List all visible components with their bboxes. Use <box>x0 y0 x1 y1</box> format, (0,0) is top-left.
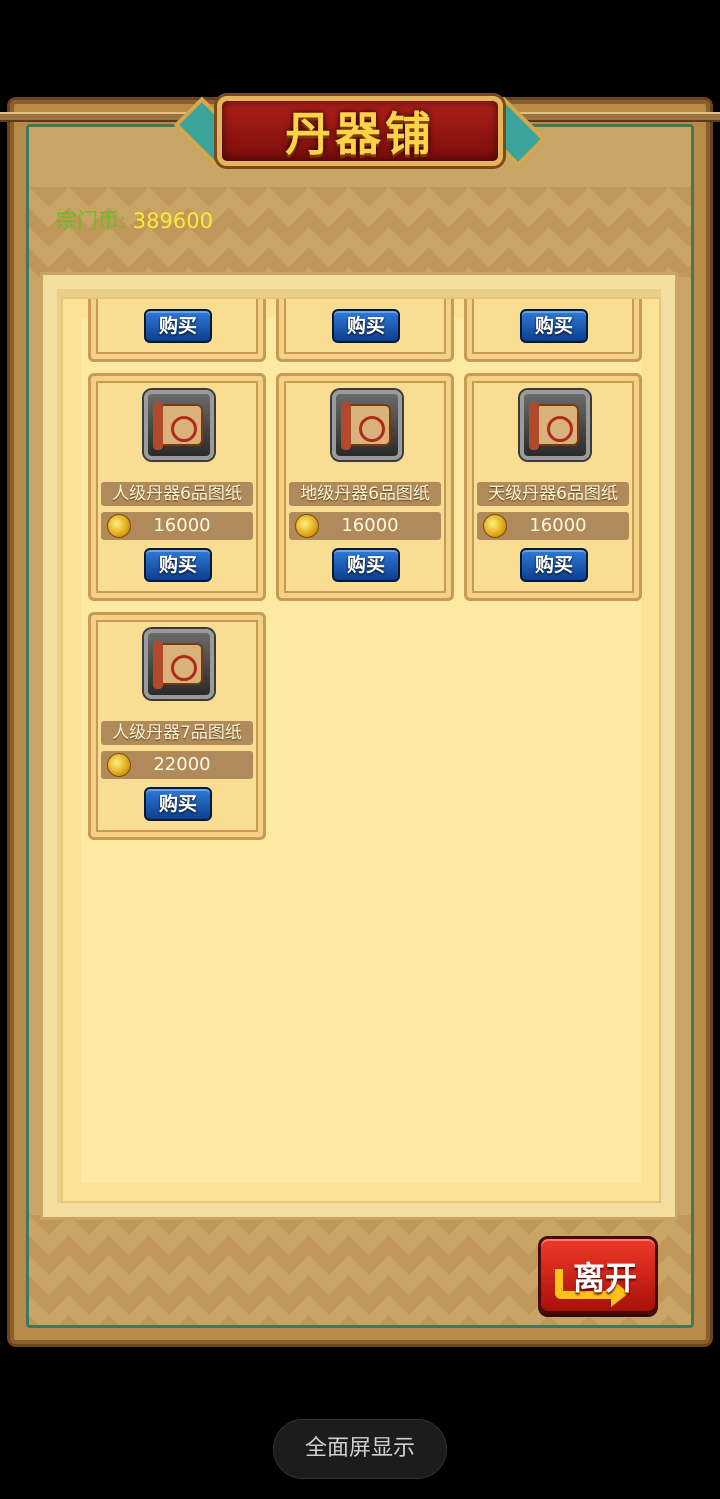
item-icon-slot <box>144 390 214 460</box>
item-price: 16000 <box>153 515 211 536</box>
buy-button[interactable]: 购买 <box>144 309 212 343</box>
buy-button[interactable]: 购买 <box>144 548 212 582</box>
item-price: 16000 <box>529 515 587 536</box>
item-name: 人级丹器6品图纸 <box>101 482 253 506</box>
shop-title: 丹器铺 <box>285 107 435 161</box>
scroll-icon <box>529 402 579 450</box>
item-card: 购买 <box>88 299 266 362</box>
item-card: 购买 <box>276 299 454 362</box>
sect-currency: 宗门币: 389600 <box>56 205 213 235</box>
scroll-icon <box>153 641 203 689</box>
currency-value: 389600 <box>132 209 213 233</box>
buy-button[interactable]: 购买 <box>520 548 588 582</box>
item-icon-slot <box>332 390 402 460</box>
item-list-scroll-area[interactable]: 购买 购买 购买 人级丹器6品图纸 16000 购买 地级丹器6品图纸 1600… <box>61 297 661 1203</box>
buy-button[interactable]: 购买 <box>332 548 400 582</box>
price-bar: 16000 <box>101 512 253 540</box>
leave-label: 离开 <box>573 1259 638 1297</box>
item-panel: 购买 购买 购买 人级丹器6品图纸 16000 购买 地级丹器6品图纸 1600… <box>40 272 678 1220</box>
item-name: 天级丹器6品图纸 <box>477 482 629 506</box>
game-screen: 丹器铺 宗门币: 389600 购买 购买 购买 人级丹器6品图纸 16000 … <box>0 0 720 1499</box>
fullscreen-display-button[interactable]: 全面屏显示 <box>273 1419 447 1479</box>
item-card: 人级丹器7品图纸 22000 购买 <box>88 612 266 840</box>
item-card: 天级丹器6品图纸 16000 购买 <box>464 373 642 601</box>
item-card: 购买 <box>464 299 642 362</box>
item-price: 22000 <box>153 754 211 775</box>
price-bar: 22000 <box>101 751 253 779</box>
leave-button[interactable]: 离开 <box>538 1236 658 1314</box>
title-plate: 丹器铺 <box>165 88 555 174</box>
title-banner: 丹器铺 <box>217 96 503 166</box>
item-name: 人级丹器7品图纸 <box>101 721 253 745</box>
item-icon-slot <box>144 629 214 699</box>
buy-button[interactable]: 购买 <box>144 787 212 821</box>
item-price: 16000 <box>341 515 399 536</box>
scroll-icon <box>341 402 391 450</box>
price-bar: 16000 <box>289 512 441 540</box>
buy-button[interactable]: 购买 <box>332 309 400 343</box>
item-card: 地级丹器6品图纸 16000 购买 <box>276 373 454 601</box>
item-name: 地级丹器6品图纸 <box>289 482 441 506</box>
currency-label: 宗门币: <box>56 209 127 233</box>
item-icon-slot <box>520 390 590 460</box>
price-bar: 16000 <box>477 512 629 540</box>
item-card: 人级丹器6品图纸 16000 购买 <box>88 373 266 601</box>
scroll-icon <box>153 402 203 450</box>
buy-button[interactable]: 购买 <box>520 309 588 343</box>
